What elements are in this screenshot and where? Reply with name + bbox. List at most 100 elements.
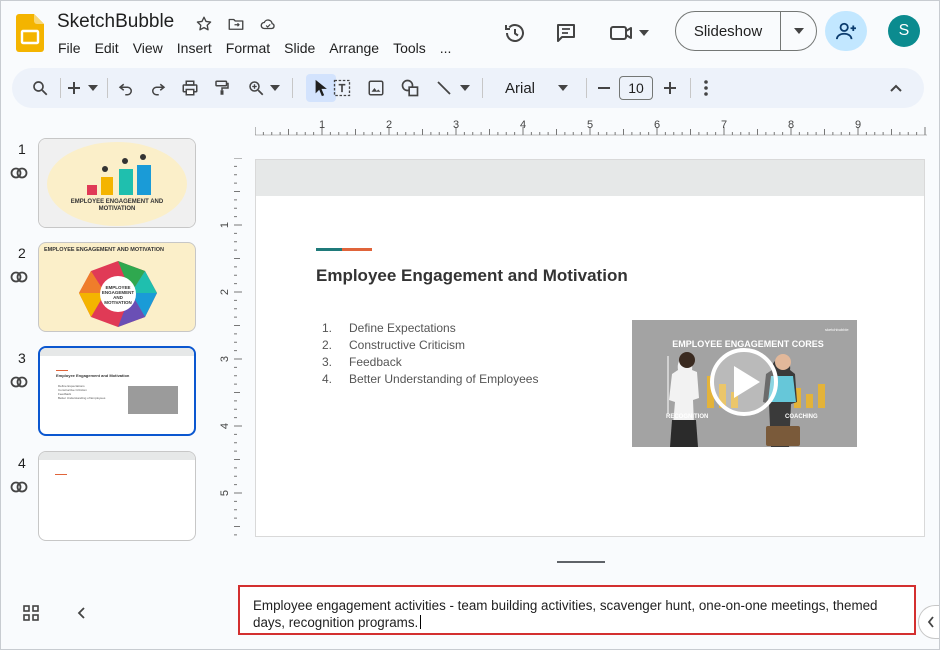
menu-tools[interactable]: Tools <box>393 40 426 56</box>
title-accent-teal <box>316 248 342 251</box>
chevron-left-icon <box>927 616 934 628</box>
zoom-dropdown-icon[interactable] <box>268 78 282 98</box>
ruler-label: 7 <box>721 119 728 131</box>
video-brand: sketchbubble <box>825 327 849 332</box>
ruler-label: 2 <box>386 119 393 131</box>
slideshow-label[interactable]: Slideshow <box>676 12 781 50</box>
list-item: 1. Define Expectations <box>322 321 456 335</box>
slideshow-button[interactable]: Slideshow <box>675 11 817 51</box>
font-size-input[interactable]: 10 <box>619 76 653 100</box>
collapse-toolbar-icon[interactable] <box>886 78 906 98</box>
menu-view[interactable]: View <box>133 40 163 56</box>
collapse-filmstrip-icon[interactable] <box>72 604 90 622</box>
paint-format-icon[interactable] <box>212 78 232 98</box>
zoom-icon[interactable] <box>246 78 266 98</box>
search-icon[interactable] <box>30 78 50 98</box>
list-item: 2. Constructive Criticism <box>322 338 466 352</box>
redo-icon[interactable] <box>148 78 168 98</box>
print-icon[interactable] <box>180 78 200 98</box>
textbox-icon[interactable] <box>332 78 352 98</box>
slide-number-3: 3 <box>18 350 26 366</box>
menu-edit[interactable]: Edit <box>95 40 119 56</box>
share-button[interactable] <box>825 11 867 51</box>
shapes-icon[interactable] <box>400 78 420 98</box>
video-label-right: COACHING <box>785 414 818 420</box>
slide-header-band <box>256 160 924 196</box>
version-history-icon[interactable] <box>502 20 528 46</box>
font-dropdown-icon[interactable] <box>556 78 570 98</box>
document-title[interactable]: SketchBubble <box>57 11 174 33</box>
ruler-label: 5 <box>219 489 232 497</box>
ruler-label: 3 <box>219 355 232 363</box>
add-dropdown-icon[interactable] <box>86 78 100 98</box>
text-cursor <box>420 615 422 629</box>
menu-more[interactable]: ... <box>440 40 452 56</box>
menu-file[interactable]: File <box>58 40 81 56</box>
grid-view-icon[interactable] <box>22 604 40 622</box>
ruler-label: 1 <box>319 119 326 131</box>
star-icon[interactable] <box>194 14 214 34</box>
speaker-notes-text[interactable]: Employee engagement activities - team bu… <box>253 598 878 630</box>
ruler-label: 2 <box>219 288 232 296</box>
image-icon[interactable] <box>366 78 386 98</box>
font-family-select[interactable]: Arial <box>505 80 535 97</box>
side-panel-toggle[interactable] <box>918 605 940 639</box>
comments-icon[interactable] <box>553 20 579 46</box>
link-icon <box>10 480 28 494</box>
undo-icon[interactable] <box>116 78 136 98</box>
title-accent-orange <box>342 248 372 251</box>
thumb-3-title: Employee Engagement and Motivation <box>56 373 130 378</box>
menu-insert[interactable]: Insert <box>177 40 212 56</box>
main-toolbar: Arial 10 <box>12 68 924 108</box>
slide-thumbnail-1[interactable]: EMPLOYEE ENGAGEMENT AND MOTIVATION <box>38 138 196 228</box>
video-embed[interactable]: EMPLOYEE ENGAGEMENT CORES sketchbubble R… <box>632 320 857 447</box>
menu-format[interactable]: Format <box>226 40 270 56</box>
list-item: 4. Better Understanding of Employees <box>322 372 539 386</box>
line-icon[interactable] <box>434 78 454 98</box>
slide-number-4: 4 <box>18 455 26 471</box>
slide-canvas[interactable]: Employee Engagement and Motivation 1. Def… <box>255 159 925 537</box>
meet-dropdown-icon[interactable] <box>636 20 652 46</box>
ruler-label: 9 <box>855 119 862 131</box>
account-avatar[interactable]: S <box>888 15 920 47</box>
speaker-notes[interactable]: Employee engagement activities - team bu… <box>238 585 916 635</box>
line-dropdown-icon[interactable] <box>458 78 472 98</box>
ruler-label: 4 <box>520 119 527 131</box>
notes-resize-handle[interactable] <box>557 561 605 563</box>
thumb-2-center: EMPLOYEE ENGAGEMENT AND MOTIVATION <box>101 285 135 305</box>
vertical-ruler <box>234 158 242 536</box>
ruler-label: 5 <box>587 119 594 131</box>
link-icon <box>10 270 28 284</box>
list-item: 3. Feedback <box>322 355 402 369</box>
decrease-font-size-icon[interactable] <box>594 78 614 98</box>
slide-thumbnail-3[interactable]: Employee Engagement and Motivation Defin… <box>38 346 196 436</box>
ruler-label: 3 <box>453 119 460 131</box>
slide-number-2: 2 <box>18 245 26 261</box>
ruler-label: 4 <box>219 422 232 430</box>
slide-thumbnail-2[interactable]: EMPLOYEE ENGAGEMENT AND MOTIVATION EMPLO… <box>38 242 196 332</box>
video-heading: EMPLOYEE ENGAGEMENT CORES <box>672 339 824 349</box>
menu-arrange[interactable]: Arrange <box>329 40 379 56</box>
link-icon <box>10 166 28 180</box>
menu-bar: File Edit View Insert Format Slide Arran… <box>58 40 465 56</box>
cloud-status-icon[interactable] <box>258 14 278 34</box>
move-folder-icon[interactable] <box>226 14 246 34</box>
link-icon <box>10 375 28 389</box>
menu-slide[interactable]: Slide <box>284 40 315 56</box>
thumb-1-title: EMPLOYEE ENGAGEMENT AND MOTIVATION <box>70 199 164 212</box>
increase-font-size-icon[interactable] <box>660 78 680 98</box>
meet-camera-icon[interactable] <box>609 20 635 46</box>
ruler-label: 1 <box>219 221 232 229</box>
slide-number-1: 1 <box>18 141 26 157</box>
slide-bullet-list[interactable]: 1. Define Expectations 2. Constructive Cri… <box>322 320 538 388</box>
slides-logo-icon[interactable] <box>16 14 44 52</box>
slide-thumbnail-4[interactable] <box>38 451 196 541</box>
slide-title[interactable]: Employee Engagement and Motivation <box>316 266 628 286</box>
add-person-icon <box>836 22 856 40</box>
more-options-icon[interactable] <box>696 78 716 98</box>
ruler-label: 6 <box>654 119 661 131</box>
select-icon[interactable] <box>311 78 331 98</box>
ruler-label: 8 <box>788 119 795 131</box>
add-icon[interactable] <box>64 78 84 98</box>
slideshow-dropdown-icon[interactable] <box>781 12 816 50</box>
